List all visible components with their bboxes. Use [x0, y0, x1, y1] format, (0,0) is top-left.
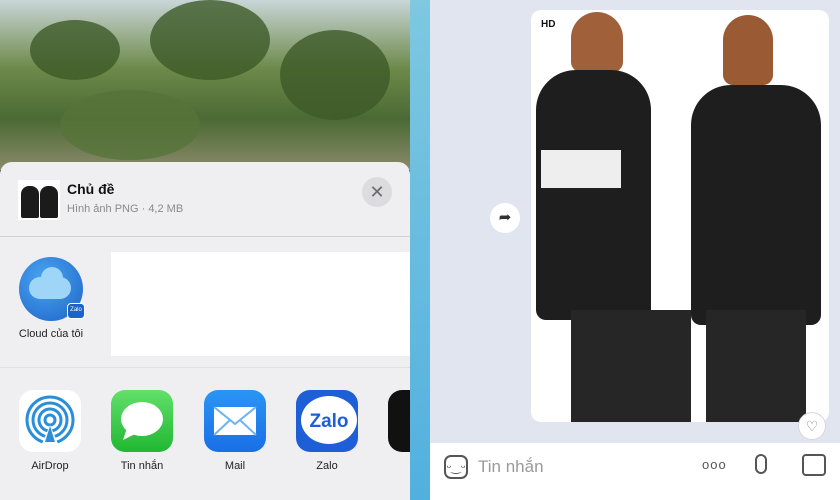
divider [0, 367, 410, 368]
chat-panel: HD ➦ ♡ ᵕ‿ᵕ Tin nhắn ooo [430, 0, 840, 500]
app-airdrop[interactable]: AirDrop [19, 390, 81, 472]
message-input[interactable]: Tin nhắn [478, 457, 544, 477]
image-message[interactable]: HD [531, 10, 829, 422]
zalo-badge: Zalo [67, 303, 85, 319]
divider [0, 236, 410, 237]
more-button[interactable]: ooo [702, 457, 727, 472]
sticker-icon[interactable]: ᵕ‿ᵕ [444, 455, 468, 479]
tiktok-icon [388, 390, 410, 452]
file-info: Hình ảnh PNG · 4,2 MB [67, 203, 184, 215]
image-icon[interactable] [802, 454, 826, 476]
close-icon: ✕ [369, 182, 385, 202]
react-button[interactable]: ♡ [798, 412, 826, 440]
message-input-bar: ᵕ‿ᵕ Tin nhắn ooo [430, 443, 840, 500]
app-messages[interactable]: Tin nhắn [111, 390, 173, 472]
share-sheet-panel: Chủ đề Hình ảnh PNG · 4,2 MB ✕ Zalo Clou… [0, 0, 410, 500]
share-sheet: Chủ đề Hình ảnh PNG · 4,2 MB ✕ Zalo Clou… [0, 162, 410, 500]
contacts-area [111, 252, 410, 356]
file-thumbnail [18, 180, 60, 220]
forward-button[interactable]: ➦ [490, 203, 520, 233]
forward-icon: ➦ [498, 209, 512, 226]
svg-text:Zalo: Zalo [309, 411, 348, 432]
cloud-icon: Zalo [19, 257, 85, 321]
app-tiktok[interactable]: T [388, 390, 410, 472]
close-button[interactable]: ✕ [362, 177, 392, 207]
heart-icon: ♡ [805, 418, 819, 434]
messages-icon [111, 390, 173, 452]
airdrop-icon [19, 390, 81, 452]
hd-badge: HD [541, 19, 556, 30]
app-mail[interactable]: Mail [204, 390, 266, 472]
mail-icon [204, 390, 266, 452]
background-photo [0, 0, 410, 170]
share-title: Chủ đề [67, 181, 115, 197]
split-view-divider[interactable] [410, 0, 430, 500]
microphone-icon[interactable] [755, 454, 767, 474]
app-zalo[interactable]: Zalo Zalo [296, 390, 358, 472]
zalo-icon: Zalo [296, 390, 358, 452]
contact-label: Cloud của tôi [18, 328, 84, 340]
